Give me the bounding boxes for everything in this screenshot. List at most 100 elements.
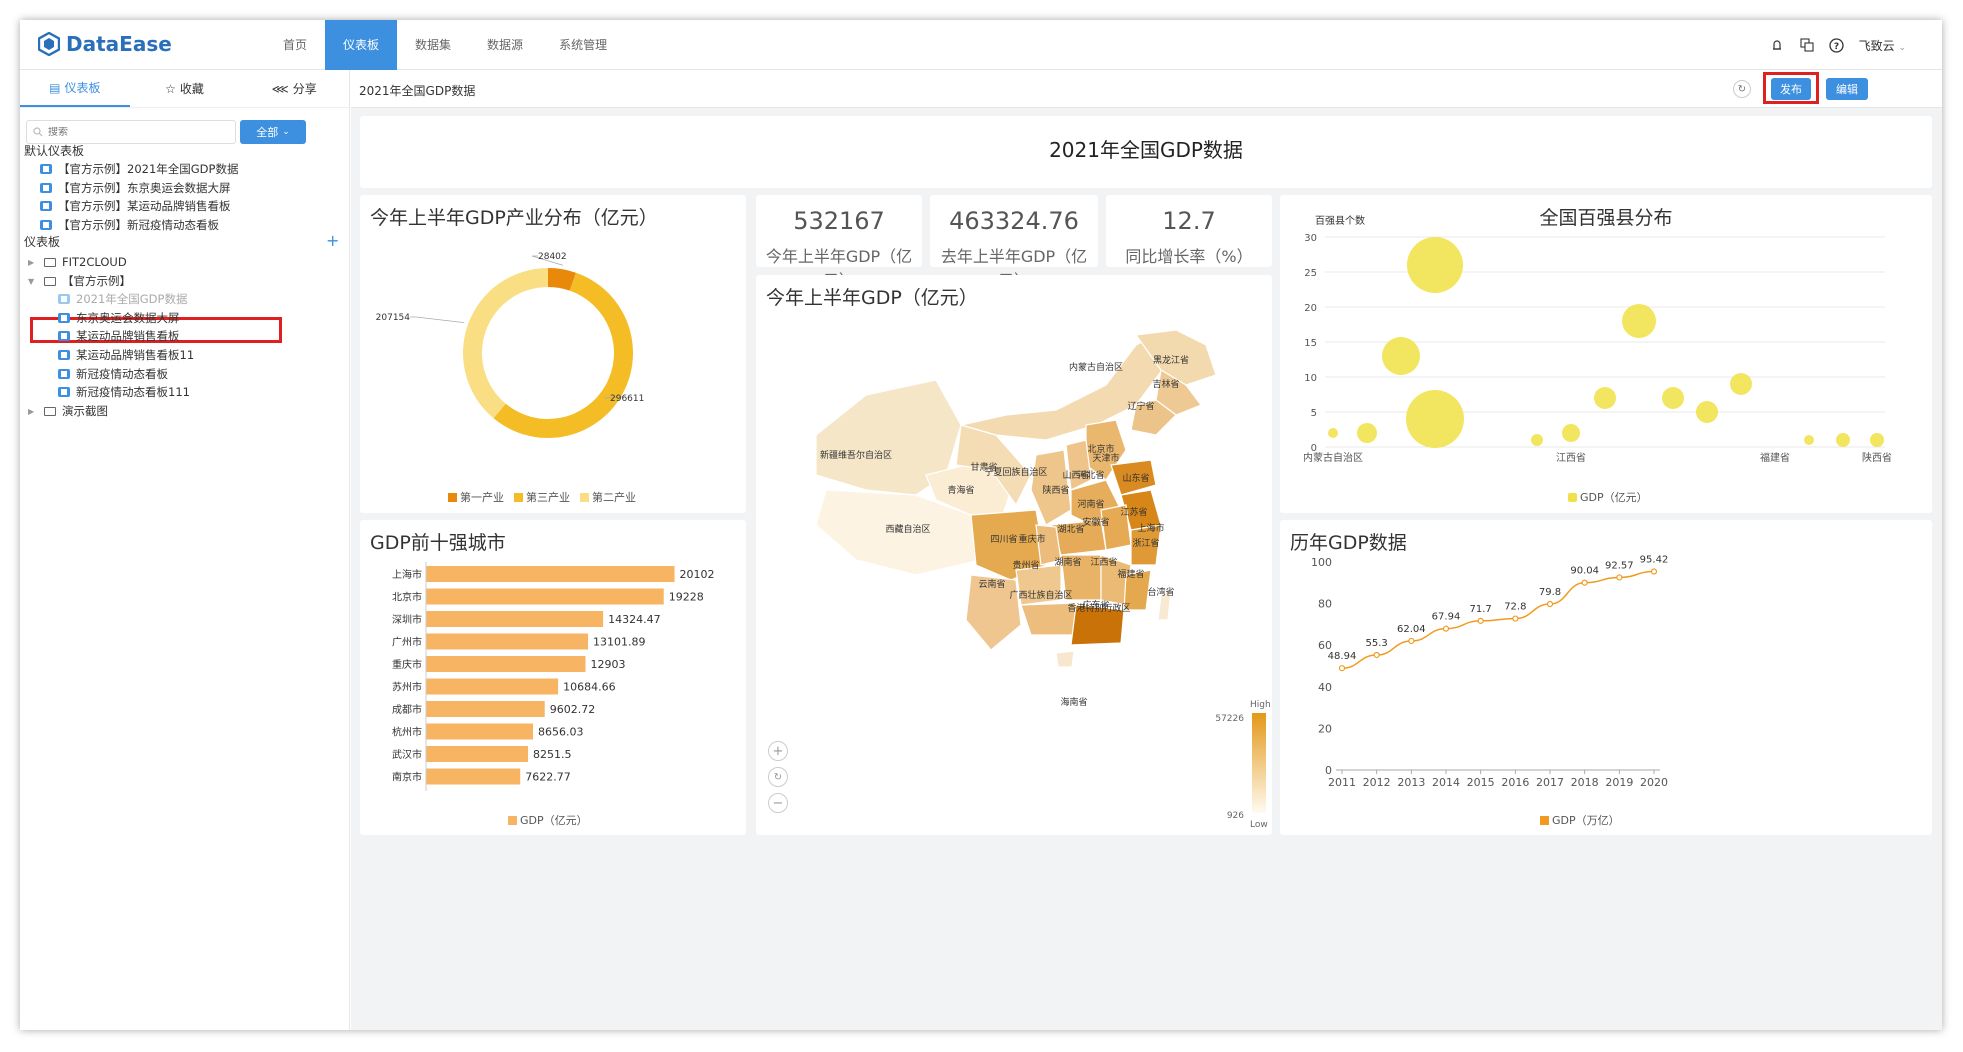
dashboard-item-selected[interactable]: 2021年全国GDP数据 bbox=[58, 289, 187, 309]
bar[interactable] bbox=[426, 723, 534, 740]
folder-item[interactable]: ▼ 【官方示例】 bbox=[28, 271, 131, 291]
line-value-label: 62.04 bbox=[1397, 624, 1426, 635]
bubble-point[interactable] bbox=[1804, 435, 1814, 445]
reset-icon[interactable]: ↻ bbox=[768, 767, 788, 787]
bubble-point[interactable] bbox=[1836, 433, 1850, 447]
tab-dashboard[interactable]: ▤ 仪表板 bbox=[20, 70, 130, 107]
line-point[interactable] bbox=[1581, 579, 1588, 586]
line-point[interactable] bbox=[1373, 651, 1380, 659]
legend-item[interactable]: 第一产业 bbox=[448, 489, 504, 505]
notification-icon[interactable] bbox=[1769, 37, 1785, 53]
legend-item[interactable]: 第二产业 bbox=[580, 489, 636, 505]
dashboard-file-icon bbox=[58, 294, 70, 304]
bar[interactable] bbox=[426, 678, 559, 695]
bubble-point[interactable] bbox=[1357, 423, 1377, 443]
nav-dataset[interactable]: 数据集 bbox=[397, 20, 469, 70]
line-point[interactable] bbox=[1477, 617, 1484, 624]
dashboard-item[interactable]: 新冠疫情动态看板111 bbox=[58, 382, 190, 402]
default-dashboard-item[interactable]: 【官方示例】新冠疫情动态看板 bbox=[40, 215, 219, 235]
nav-home[interactable]: 首页 bbox=[265, 20, 325, 70]
bubble-point[interactable] bbox=[1328, 428, 1338, 438]
default-dashboard-item[interactable]: 【官方示例】某运动品牌销售看板 bbox=[40, 196, 231, 216]
line-point[interactable] bbox=[1442, 625, 1450, 632]
bar[interactable] bbox=[426, 566, 675, 582]
map-province-label: 四川省 bbox=[990, 533, 1017, 545]
folder-label: 【官方示例】 bbox=[62, 274, 131, 288]
bar[interactable] bbox=[426, 656, 586, 672]
nav-system[interactable]: 系统管理 bbox=[541, 20, 625, 70]
bubble-point[interactable] bbox=[1562, 424, 1580, 442]
help-icon[interactable]: ? bbox=[1829, 37, 1845, 53]
line-point[interactable] bbox=[1650, 568, 1658, 575]
bar-legend[interactable]: GDP（亿元） bbox=[508, 812, 588, 828]
dashboard-item[interactable]: 新冠疫情动态看板 bbox=[58, 364, 168, 384]
bubble-point[interactable] bbox=[1622, 304, 1656, 338]
tab-share[interactable]: ⋘ 分享 bbox=[239, 70, 349, 107]
bubble-point[interactable] bbox=[1594, 387, 1616, 409]
search-input[interactable] bbox=[48, 126, 218, 138]
publish-button[interactable]: 发布 bbox=[1771, 78, 1811, 100]
line-point[interactable] bbox=[1512, 615, 1519, 622]
bar[interactable] bbox=[426, 768, 521, 785]
x-tick-label: 福建省 bbox=[1760, 451, 1790, 464]
x-tick-label: 2016 bbox=[1501, 776, 1529, 789]
pie-chart: 28402 296611 207154 bbox=[376, 252, 644, 438]
dashboard-item[interactable]: 某运动品牌销售看板 bbox=[58, 326, 180, 346]
bubble-point[interactable] bbox=[1382, 337, 1420, 375]
bar[interactable] bbox=[426, 588, 664, 605]
y-tick-label: 10 bbox=[1304, 373, 1317, 384]
line-point[interactable] bbox=[1338, 665, 1346, 672]
dashboard-item[interactable]: 某运动品牌销售看板11 bbox=[58, 345, 194, 365]
add-folder-icon[interactable]: + bbox=[326, 231, 339, 250]
line-point[interactable] bbox=[1408, 637, 1415, 645]
top-navbar: DataEase 首页 仪表板 数据集 数据源 系统管理 ? 飞致云 ⌄ bbox=[20, 20, 1942, 70]
zoom-in-icon[interactable]: + bbox=[768, 741, 788, 761]
line-legend[interactable]: GDP（万亿） bbox=[1540, 812, 1620, 828]
pie-slice[interactable] bbox=[463, 268, 548, 419]
refresh-icon[interactable]: ↻ bbox=[1733, 80, 1751, 98]
default-dashboard-item[interactable]: 【官方示例】2021年全国GDP数据 bbox=[40, 159, 238, 179]
edit-button[interactable]: 编辑 bbox=[1826, 78, 1868, 100]
pie-slice[interactable] bbox=[493, 272, 633, 438]
tab-favorites[interactable]: ☆ 收藏 bbox=[130, 70, 240, 107]
search-row: 全部⌄ bbox=[26, 120, 308, 144]
line-point[interactable] bbox=[1616, 574, 1623, 581]
folder-item[interactable]: ▶ FIT2CLOUD bbox=[28, 252, 127, 272]
china-map[interactable]: 内蒙古自治区黑龙江省吉林省辽宁省新疆维吾尔自治区北京市天津市河北省山西省 山东省甘… bbox=[756, 275, 1272, 835]
bubble-point[interactable] bbox=[1406, 390, 1464, 448]
tab-label: 仪表板 bbox=[64, 81, 101, 95]
item-label: 【官方示例】东京奥运会数据大屏 bbox=[58, 181, 231, 195]
map-province-label: 吉林省 bbox=[1152, 378, 1179, 390]
app-window: DataEase 首页 仪表板 数据集 数据源 系统管理 ? 飞致云 ⌄ ▤ 仪表… bbox=[20, 20, 1942, 1030]
bar[interactable] bbox=[426, 746, 529, 762]
legend-swatch bbox=[448, 493, 457, 502]
translate-icon[interactable] bbox=[1799, 37, 1815, 53]
bubble-point[interactable] bbox=[1730, 373, 1752, 395]
bubble-point[interactable] bbox=[1531, 434, 1543, 446]
user-menu[interactable]: 飞致云 ⌄ bbox=[1859, 37, 1906, 54]
nav-dashboard[interactable]: 仪表板 bbox=[325, 20, 398, 70]
bubble-point[interactable] bbox=[1662, 387, 1684, 409]
bar[interactable] bbox=[426, 633, 588, 650]
nav-datasource[interactable]: 数据源 bbox=[469, 20, 541, 70]
filter-dropdown[interactable]: 全部 ⌄ bbox=[240, 120, 306, 144]
x-tick-label: 内蒙古自治区 bbox=[1303, 451, 1363, 464]
bubble-point[interactable] bbox=[1696, 401, 1718, 423]
bar[interactable] bbox=[426, 611, 604, 627]
logo[interactable]: DataEase bbox=[38, 32, 172, 56]
visual-map-bar[interactable] bbox=[1252, 713, 1266, 813]
line-series[interactable] bbox=[1341, 570, 1655, 669]
bubble-legend[interactable]: GDP（亿元） bbox=[1568, 489, 1648, 505]
zoom-out-icon[interactable]: − bbox=[768, 793, 788, 813]
map-province-label: 宁夏回族自治区 bbox=[984, 466, 1047, 478]
y-tick-label: 80 bbox=[1318, 598, 1332, 611]
bubble-point[interactable] bbox=[1870, 433, 1884, 447]
folder-item[interactable]: ▶ 演示截图 bbox=[28, 401, 108, 421]
map-province-label: 黑龙江省 bbox=[1153, 354, 1189, 366]
legend-item[interactable]: 第三产业 bbox=[514, 489, 570, 505]
bubble-point[interactable] bbox=[1407, 237, 1463, 293]
line-point[interactable] bbox=[1546, 600, 1554, 608]
default-dashboard-item[interactable]: 【官方示例】东京奥运会数据大屏 bbox=[40, 178, 231, 198]
dashboard-item[interactable]: 东京奥运会数据大屏 bbox=[58, 308, 180, 328]
bar[interactable] bbox=[426, 701, 545, 717]
